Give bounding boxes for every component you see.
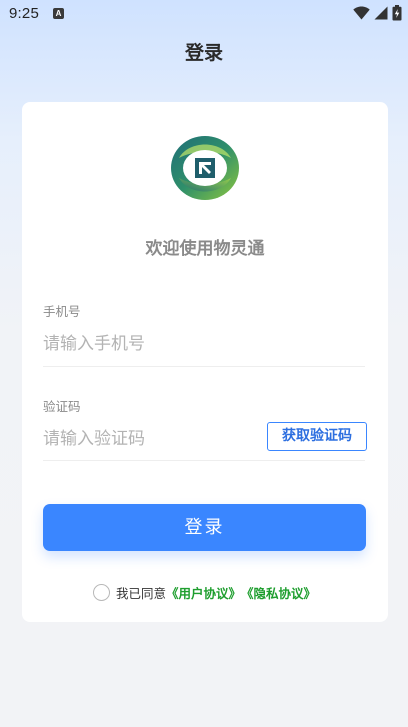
app-logo-icon (171, 136, 239, 200)
code-label: 验证码 (43, 399, 81, 414)
agreement-row: 我已同意 《用户协议》 《隐私协议》 (93, 582, 316, 602)
phone-label: 手机号 (43, 304, 81, 319)
code-input[interactable] (43, 427, 253, 451)
login-button[interactable]: 登录 (43, 504, 366, 551)
privacy-agreement-link[interactable]: 《隐私协议》 (241, 583, 316, 602)
login-card: 欢迎使用物灵通 手机号 验证码 获取验证码 登录 我已同意 《用户协议》 《隐私… (22, 102, 388, 622)
status-time: 9:25 (9, 5, 39, 22)
signal-icon (374, 6, 388, 20)
code-divider (43, 460, 365, 461)
status-bar: 9:25 A (0, 0, 408, 28)
system-icons (353, 5, 402, 21)
get-code-button[interactable]: 获取验证码 (267, 422, 367, 451)
welcome-text: 欢迎使用物灵通 (145, 239, 265, 259)
user-agreement-link[interactable]: 《用户协议》 (166, 583, 241, 602)
phone-input[interactable] (43, 332, 363, 356)
agreement-prefix: 我已同意 (116, 585, 167, 601)
wifi-icon (353, 6, 370, 20)
battery-icon (392, 5, 402, 21)
notification-icon: A (53, 8, 64, 19)
agreement-checkbox[interactable] (93, 583, 110, 601)
page-title: 登录 (184, 42, 223, 64)
phone-divider (43, 366, 365, 367)
